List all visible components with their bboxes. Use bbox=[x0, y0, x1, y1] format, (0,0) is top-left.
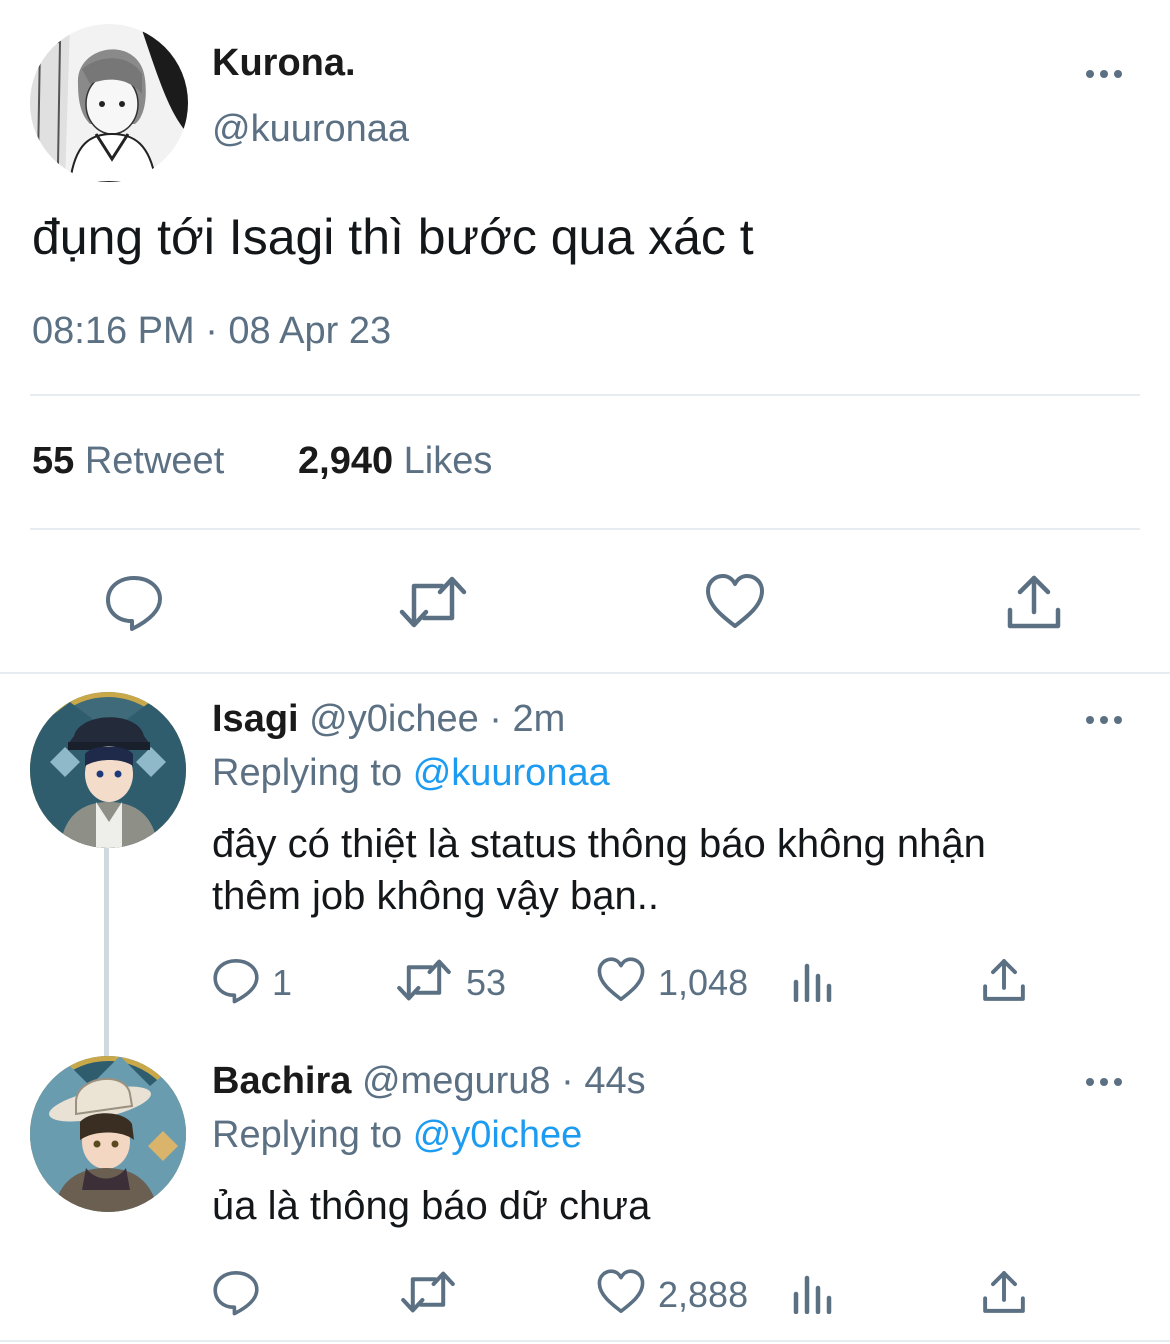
main-display-name[interactable]: Kurona. bbox=[212, 42, 356, 85]
like-icon[interactable] bbox=[596, 1268, 646, 1316]
like-icon[interactable] bbox=[704, 572, 766, 632]
analytics-icon[interactable] bbox=[792, 960, 834, 1002]
divider bbox=[30, 528, 1140, 530]
separator: · bbox=[489, 698, 502, 740]
replying-prefix: Replying to bbox=[212, 1114, 403, 1156]
like-count: 2,888 bbox=[658, 1274, 749, 1315]
retweet-icon[interactable] bbox=[396, 956, 452, 1004]
retweet-icon[interactable] bbox=[400, 1268, 456, 1316]
share-icon[interactable] bbox=[1006, 572, 1062, 632]
reply-text-line: thêm job không vậy bạn.. bbox=[212, 874, 659, 918]
replying-to-line: Replying to @y0ichee bbox=[212, 1114, 582, 1157]
likes-stat[interactable]: 2,940 Likes bbox=[298, 440, 492, 483]
retweet-count: 53 bbox=[466, 962, 507, 1003]
reply-text-line: ủa là thông báo dữ chưa bbox=[212, 1184, 651, 1228]
reply-icon[interactable] bbox=[212, 956, 260, 1004]
main-tweet-text: đụng tới Isagi thì bước qua xác t bbox=[32, 209, 754, 265]
section-divider bbox=[0, 1340, 1170, 1342]
more-icon[interactable] bbox=[1086, 716, 1122, 724]
reply-text: đây có thiệt là status thông báo không n… bbox=[212, 818, 986, 922]
divider bbox=[30, 394, 1140, 396]
analytics-icon[interactable] bbox=[792, 1272, 834, 1314]
replying-to-line: Replying to @kuuronaa bbox=[212, 752, 610, 795]
avatar-bachira[interactable] bbox=[30, 1056, 186, 1212]
reply-time[interactable]: 2m bbox=[513, 698, 566, 740]
reply-icon[interactable] bbox=[104, 572, 164, 632]
reply-handle[interactable]: @meguru8 bbox=[362, 1060, 551, 1102]
like-icon[interactable] bbox=[596, 956, 646, 1004]
avatar-isagi[interactable] bbox=[30, 692, 186, 848]
reply-text: ủa là thông báo dữ chưa bbox=[212, 1180, 650, 1232]
like-label: Likes bbox=[403, 440, 493, 482]
replying-to-link[interactable]: @kuuronaa bbox=[413, 752, 610, 794]
thread-line bbox=[104, 848, 109, 1060]
reply-icon[interactable] bbox=[212, 1268, 260, 1316]
main-timestamp[interactable]: 08:16 PM · 08 Apr 23 bbox=[32, 310, 391, 353]
reply-count: 1 bbox=[272, 962, 293, 1003]
separator: · bbox=[561, 1060, 574, 1102]
reply-header-isagi: Isagi @y0ichee · 2m bbox=[212, 698, 565, 741]
more-icon[interactable] bbox=[1086, 1078, 1122, 1086]
share-icon[interactable] bbox=[982, 1268, 1026, 1316]
reply-text-line: đây có thiệt là status thông báo không n… bbox=[212, 822, 986, 866]
section-divider bbox=[0, 672, 1170, 674]
replying-prefix: Replying to bbox=[212, 752, 403, 794]
like-count: 2,940 bbox=[298, 440, 394, 482]
replying-to-link[interactable]: @y0ichee bbox=[413, 1114, 583, 1156]
like-count: 1,048 bbox=[658, 962, 749, 1003]
reply-handle[interactable]: @y0ichee bbox=[309, 698, 479, 740]
reply-time[interactable]: 44s bbox=[584, 1060, 645, 1102]
retweet-stat[interactable]: 55 Retweet bbox=[32, 440, 224, 483]
reply-header-bachira: Bachira @meguru8 · 44s bbox=[212, 1060, 646, 1103]
reply-display-name[interactable]: Bachira bbox=[212, 1060, 351, 1102]
share-icon[interactable] bbox=[982, 956, 1026, 1004]
avatar-kurona[interactable] bbox=[30, 24, 188, 182]
reply-display-name[interactable]: Isagi bbox=[212, 698, 299, 740]
retweet-label: Retweet bbox=[84, 440, 225, 482]
retweet-icon[interactable] bbox=[398, 572, 468, 632]
retweet-count: 55 bbox=[32, 440, 75, 482]
more-icon[interactable] bbox=[1086, 70, 1122, 78]
main-handle[interactable]: @kuuronaa bbox=[212, 108, 409, 151]
